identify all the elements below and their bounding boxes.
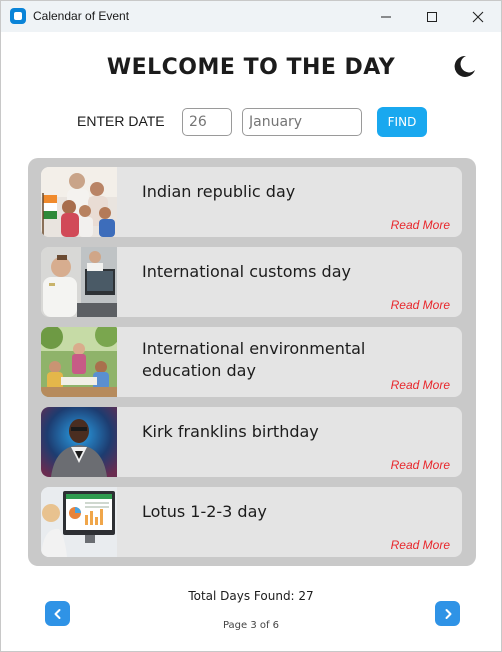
portrait-photo [41, 407, 117, 477]
chevron-right-icon [445, 608, 451, 619]
read-more-link[interactable]: Read More [391, 298, 450, 312]
read-more-link[interactable]: Read More [391, 218, 450, 232]
close-button[interactable] [455, 1, 501, 32]
spreadsheet-monitor-photo [41, 487, 117, 557]
page-title: WELCOME TO THE DAY [106, 55, 396, 80]
page-indicator: Page 3 of 6 [222, 620, 280, 631]
family-with-flag-photo [41, 167, 117, 237]
read-more-link[interactable]: Read More [391, 538, 450, 552]
read-more-link[interactable]: Read More [391, 458, 450, 472]
month-input[interactable] [242, 108, 362, 136]
event-card[interactable]: Kirk franklins birthday Read More [41, 407, 462, 477]
event-card[interactable]: International environmental education da… [41, 327, 462, 397]
total-days-found: Total Days Found: 27 [188, 589, 314, 603]
event-card[interactable]: International customs day Read More [41, 247, 462, 317]
read-more-link[interactable]: Read More [391, 378, 450, 392]
chevron-left-icon [54, 608, 60, 619]
event-title: Indian republic day [142, 182, 296, 201]
event-card[interactable]: Lotus 1-2-3 day Read More [41, 487, 462, 557]
minimize-icon [381, 16, 391, 17]
title-bar[interactable]: Calendar of Event [1, 1, 501, 32]
event-title: International customs day [142, 262, 351, 281]
event-title: International environmental education da… [142, 339, 366, 380]
customs-officers-photo [41, 247, 117, 317]
theme-toggle-button[interactable] [451, 53, 477, 79]
app-icon [10, 8, 26, 24]
next-page-button[interactable] [435, 601, 460, 626]
app-window: Calendar of Event WELCOME TO THE DAY ENT… [0, 0, 502, 652]
outdoor-class-photo [41, 327, 117, 397]
maximize-button[interactable] [409, 1, 455, 32]
moon-icon [454, 55, 475, 77]
close-icon [472, 11, 484, 22]
day-input[interactable] [182, 108, 232, 136]
previous-page-button[interactable] [45, 601, 70, 626]
find-button[interactable]: FIND [377, 107, 427, 137]
event-title: Kirk franklins birthday [142, 422, 319, 441]
event-title: Lotus 1-2-3 day [142, 502, 267, 521]
maximize-icon [427, 11, 437, 22]
event-card[interactable]: Indian republic day Read More [41, 167, 462, 237]
enter-date-label: ENTER DATE [77, 113, 165, 129]
minimize-button[interactable] [363, 1, 409, 32]
events-list[interactable]: Indian republic day Read More Internatio… [28, 158, 476, 566]
window-title: Calendar of Event [33, 9, 130, 23]
